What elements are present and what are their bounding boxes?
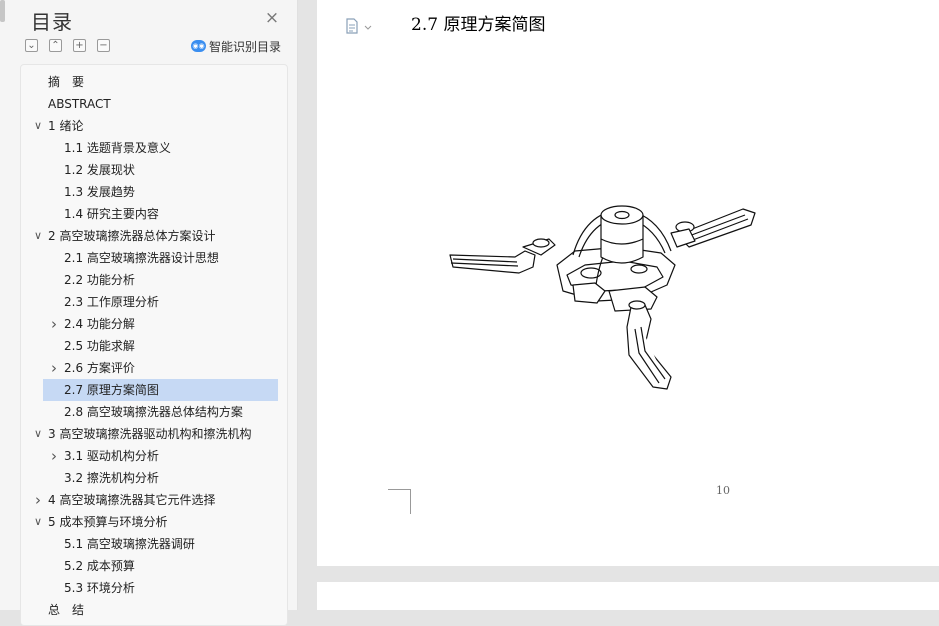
- toc-item-label: ABSTRACT: [48, 97, 111, 111]
- toc-item-label: 3 高空玻璃擦洗器驱动机构和擦洗机构: [48, 427, 252, 441]
- toc-item-label: 5.1 高空玻璃擦洗器调研: [64, 537, 195, 551]
- toc-item-label: 3.2 擦洗机构分析: [64, 471, 159, 485]
- chevron-down-icon: ⌄: [27, 40, 36, 51]
- smart-toc-label: 智能识别目录: [209, 39, 282, 54]
- toc-item[interactable]: 5.1 高空玻璃擦洗器调研: [21, 533, 285, 555]
- toc-item[interactable]: 1.3 发展趋势: [21, 181, 285, 203]
- toc-item-label: 1.3 发展趋势: [64, 185, 135, 199]
- smart-toc-button[interactable]: ◉◉ 智能识别目录: [191, 38, 281, 54]
- toc-item-label: 2.5 功能求解: [64, 339, 135, 353]
- document-icon[interactable]: [345, 18, 375, 34]
- toc-title: 目录: [31, 10, 73, 34]
- toc-item-label: 2.6 方案评价: [64, 361, 135, 375]
- toc-item[interactable]: 3.2 擦洗机构分析: [21, 467, 285, 489]
- toc-item-label: 4 高空玻璃擦洗器其它元件选择: [48, 493, 216, 507]
- toc-item-label: 1.2 发展现状: [64, 163, 135, 177]
- toc-item[interactable]: 2.8 高空玻璃擦洗器总体结构方案: [21, 401, 285, 423]
- toc-panel: 目录 × ⌄ ⌃ + − ◉◉ 智能识别目录 摘 要 ABSTRACT ∨ 1 绪论 1…: [0, 0, 298, 626]
- page-corner-mark: [388, 489, 411, 514]
- toc-item[interactable]: 1.4 研究主要内容: [21, 203, 285, 225]
- toc-item[interactable]: 1.1 选题背景及意义: [21, 137, 285, 159]
- toc-item-label: 2.7 原理方案简图: [64, 383, 159, 397]
- add-item-button[interactable]: +: [73, 39, 86, 52]
- document-page: 2.7 原理方案简图 10: [317, 0, 939, 566]
- minus-icon: −: [99, 40, 108, 51]
- toc-item[interactable]: ∨ 1 绪论: [21, 115, 285, 137]
- toc-item-label: 总 结: [48, 603, 85, 617]
- toc-item[interactable]: 5.3 环境分析: [21, 577, 285, 599]
- toc-item-label: 3.1 驱动机构分析: [64, 449, 159, 463]
- toc-item[interactable]: 摘 要: [21, 71, 285, 93]
- toc-item-label: 1.4 研究主要内容: [64, 207, 159, 221]
- toc-item[interactable]: 2.1 高空玻璃擦洗器设计思想: [21, 247, 285, 269]
- section-heading: 2.7 原理方案简图: [411, 15, 546, 35]
- chevron-down-icon[interactable]: ∨: [32, 423, 44, 445]
- page-number: 10: [716, 484, 730, 497]
- toc-item[interactable]: 2.5 功能求解: [21, 335, 285, 357]
- plus-icon: +: [75, 40, 84, 51]
- toc-item-label: 2.4 功能分解: [64, 317, 135, 331]
- toc-item[interactable]: › 2.4 功能分解: [21, 313, 285, 335]
- chevron-down-icon[interactable]: ∨: [32, 225, 44, 247]
- toc-item-label: 1 绪论: [48, 119, 84, 133]
- document-area: 2.7 原理方案简图 10: [298, 0, 939, 610]
- collapse-all-button[interactable]: ⌄: [25, 39, 38, 52]
- toc-item[interactable]: ∨ 5 成本预算与环境分析: [21, 511, 285, 533]
- toc-item[interactable]: 2.7 原理方案简图: [43, 379, 278, 401]
- chevron-down-icon[interactable]: ∨: [32, 115, 44, 137]
- toc-scrollbar-thumb[interactable]: [0, 0, 5, 22]
- toc-item[interactable]: ∨ 2 高空玻璃擦洗器总体方案设计: [21, 225, 285, 247]
- toc-item-label: 5.3 环境分析: [64, 581, 135, 595]
- chevron-right-icon[interactable]: ›: [48, 445, 60, 467]
- remove-item-button[interactable]: −: [97, 39, 110, 52]
- toc-item[interactable]: ABSTRACT: [21, 93, 285, 115]
- chevron-down-icon[interactable]: ∨: [32, 511, 44, 533]
- toc-item-label: 摘 要: [48, 75, 85, 89]
- toc-item-label: 1.1 选题背景及意义: [64, 141, 171, 155]
- toc-item[interactable]: ∨ 3 高空玻璃擦洗器驱动机构和擦洗机构: [21, 423, 285, 445]
- toc-list: 摘 要 ABSTRACT ∨ 1 绪论 1.1 选题背景及意义 1.2 发展现状 1.3 发…: [20, 64, 288, 626]
- toc-item[interactable]: 2.2 功能分析: [21, 269, 285, 291]
- toc-item[interactable]: › 4 高空玻璃擦洗器其它元件选择: [21, 489, 285, 511]
- ai-icon: ◉◉: [191, 40, 206, 52]
- toc-item-label: 5.2 成本预算: [64, 559, 135, 573]
- toc-item-label: 5 成本预算与环境分析: [48, 515, 168, 529]
- toc-item-label: 2.1 高空玻璃擦洗器设计思想: [64, 251, 219, 265]
- chevron-right-icon[interactable]: ›: [48, 357, 60, 379]
- toc-item[interactable]: 1.2 发展现状: [21, 159, 285, 181]
- expand-all-button[interactable]: ⌃: [49, 39, 62, 52]
- next-page: [317, 582, 939, 610]
- toc-item[interactable]: › 3.1 驱动机构分析: [21, 445, 285, 467]
- toc-item-label: 2 高空玻璃擦洗器总体方案设计: [48, 229, 216, 243]
- toc-item-label: 2.2 功能分析: [64, 273, 135, 287]
- toc-item[interactable]: › 2.6 方案评价: [21, 357, 285, 379]
- close-icon[interactable]: ×: [264, 10, 280, 27]
- toc-item[interactable]: 总 结: [21, 599, 285, 621]
- chevron-right-icon[interactable]: ›: [32, 489, 44, 511]
- chevron-right-icon[interactable]: ›: [48, 313, 60, 335]
- toc-item-label: 2.3 工作原理分析: [64, 295, 159, 309]
- chevron-up-icon: ⌃: [51, 40, 60, 51]
- mechanism-figure: [449, 205, 756, 390]
- toc-item[interactable]: 2.3 工作原理分析: [21, 291, 285, 313]
- toc-item[interactable]: 5.2 成本预算: [21, 555, 285, 577]
- toc-item-label: 2.8 高空玻璃擦洗器总体结构方案: [64, 405, 243, 419]
